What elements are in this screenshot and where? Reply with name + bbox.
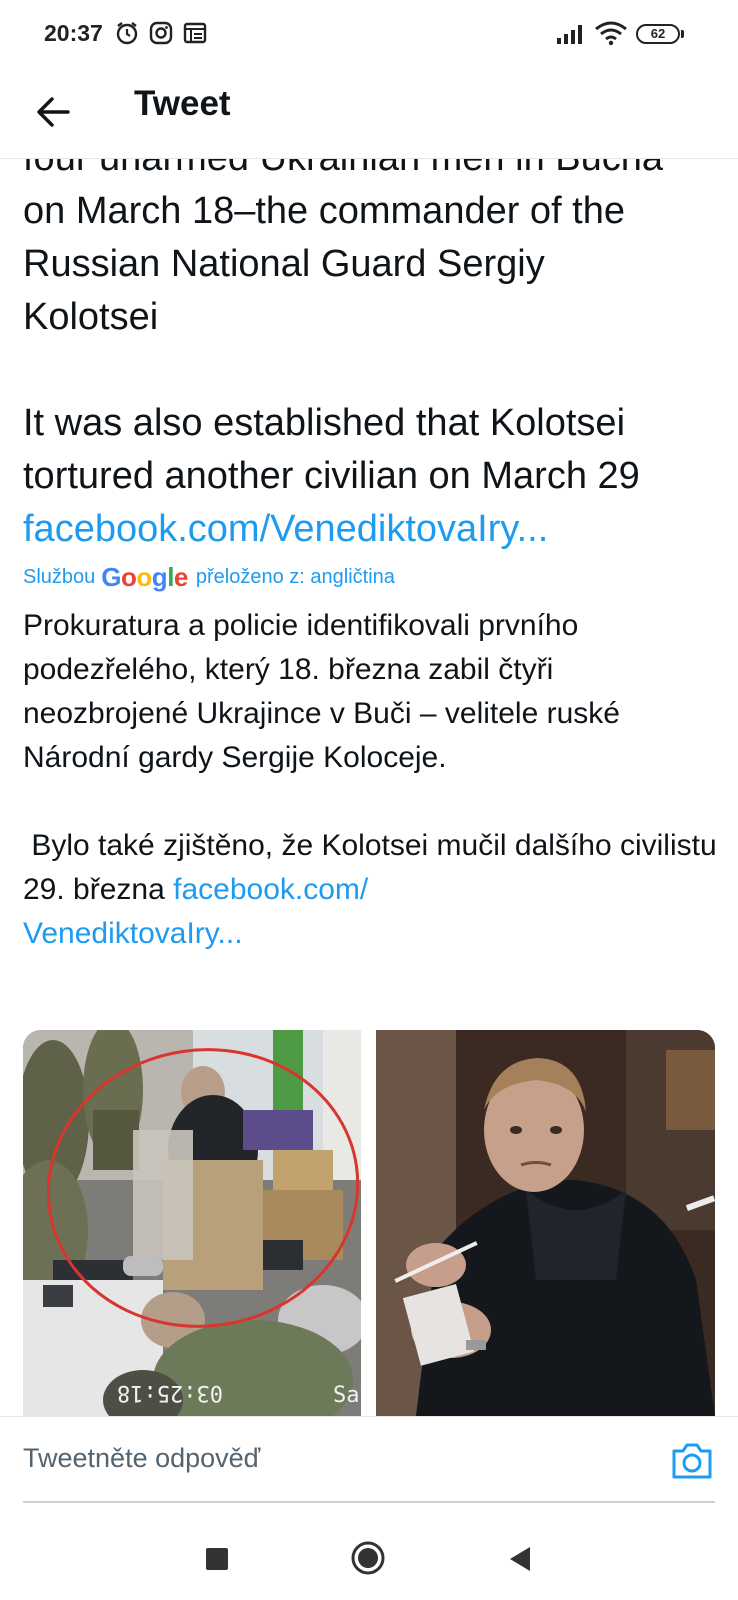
google-logo-letter: o [136, 561, 152, 592]
app-header: Tweet [0, 68, 738, 159]
google-logo: Google [101, 562, 188, 593]
tweet-content: four unarmed Ukrainian men in Bucha on M… [0, 158, 738, 1416]
translation-suffix: přeloženo z: angličtina [195, 565, 395, 588]
tweet-link[interactable]: facebook.com/VenediktovaIry... [23, 508, 548, 550]
media-photo-right[interactable] [376, 1030, 715, 1416]
status-time: 20:37 [44, 20, 103, 46]
home-circle-icon[interactable] [350, 1540, 386, 1576]
back-triangle-icon[interactable] [506, 1544, 534, 1574]
reply-bar: Tweetněte odpověď [0, 1416, 738, 1509]
arrow-left-icon[interactable] [30, 88, 78, 136]
battery-tip [681, 30, 684, 38]
status-bar: 20:37 62 [0, 0, 738, 68]
tweet-text-line: Kolotsei [23, 296, 159, 338]
translated-paragraph-2: Bylo také zjištěno, že Kolotsei mučil da… [23, 824, 723, 956]
instagram-icon [149, 21, 173, 45]
wifi-icon [595, 21, 627, 46]
signal-icon [557, 25, 582, 44]
google-logo-letter: g [151, 561, 168, 592]
cctv-timestamp: 03:25:18 [117, 1380, 223, 1405]
recents-square-icon[interactable] [206, 1548, 228, 1570]
alarm-icon [116, 22, 138, 45]
translation-attribution: Službou Google přeloženo z: angličtina [23, 562, 395, 592]
calendar-icon [183, 22, 207, 44]
media-photo-left[interactable]: 03:25:18 Sat [23, 1030, 361, 1416]
tweet-text-line: on March 18–the commander of the [23, 190, 626, 232]
tweet-text-paragraph: It was also established that Kolotsei to… [23, 402, 640, 497]
cctv-day-label: Sat [333, 1383, 361, 1408]
google-logo-letter: l [167, 561, 174, 592]
translated-text: Prokuratura a policie identifikovali prv… [23, 604, 723, 956]
translated-paragraph-text: Bylo také zjištěno, že Kolotsei mučil da… [23, 829, 725, 906]
tweet-text-line: Russian National Guard Sergiy [23, 243, 545, 285]
battery-icon: 62 [636, 24, 680, 44]
translated-link[interactable]: facebook.com/ [173, 873, 368, 906]
tweet-text-partial-line: four unarmed Ukrainian men in Bucha [23, 158, 664, 179]
cctv-photo-image: 03:25:18 Sat [23, 1030, 361, 1416]
reply-divider [23, 1501, 715, 1503]
system-nav-bar [0, 1512, 738, 1600]
translated-link[interactable]: VenediktovaIry... [23, 917, 243, 950]
tweet-text: four unarmed Ukrainian men in Bucha on M… [23, 158, 723, 556]
translation-prefix: Službou [23, 565, 96, 588]
google-logo-letter: G [101, 561, 122, 592]
camera-icon[interactable] [670, 1441, 714, 1481]
media-grid: 03:25:18 Sat [23, 1030, 715, 1416]
google-logo-letter: o [121, 561, 137, 592]
portrait-photo-image [376, 1030, 715, 1416]
page-title: Tweet [134, 84, 231, 123]
reply-input[interactable]: Tweetněte odpověď [23, 1443, 623, 1474]
google-logo-letter: e [173, 561, 188, 592]
translated-paragraph: Prokuratura a policie identifikovali prv… [23, 609, 620, 774]
